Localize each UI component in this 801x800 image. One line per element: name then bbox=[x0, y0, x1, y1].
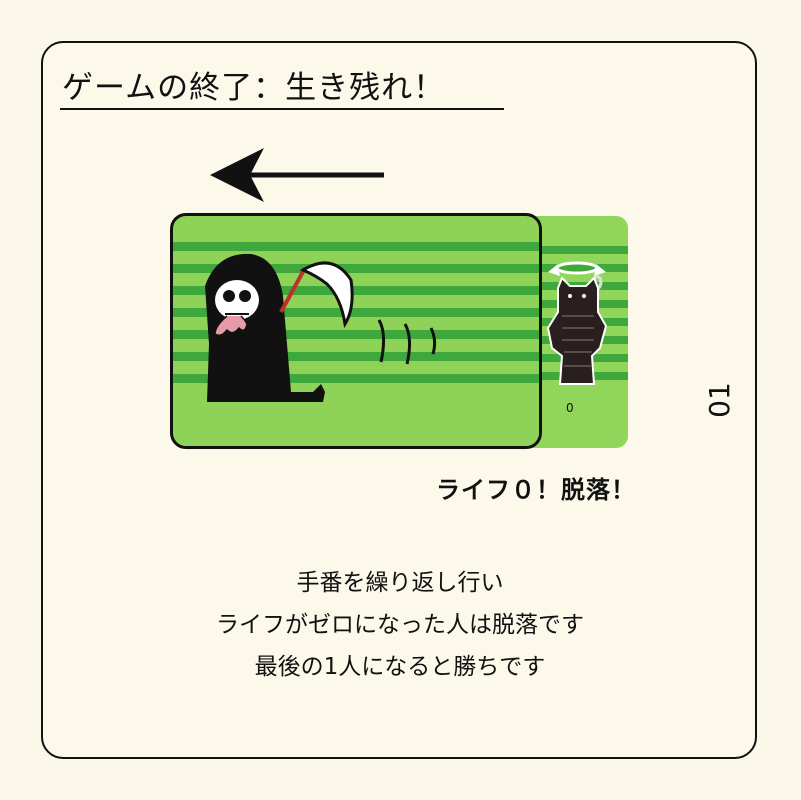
ghost-angel-icon bbox=[546, 261, 608, 385]
title-underline bbox=[60, 108, 504, 110]
page-number: 01 bbox=[703, 382, 736, 418]
rules-line: 手番を繰り返し行い bbox=[296, 570, 504, 596]
svg-text:0: 0 bbox=[566, 401, 574, 415]
page-title: ゲームの終了：生き残れ！ bbox=[62, 70, 446, 106]
rules-line: ライフがゼロになった人は脱落です bbox=[216, 612, 584, 638]
rules-line: 最後の1人になると勝ちです bbox=[254, 654, 546, 680]
arrow-left-icon bbox=[210, 148, 384, 202]
rules-text: 手番を繰り返し行い ライフがゼロになった人は脱落です 最後の1人になると勝ちです bbox=[120, 562, 680, 688]
front-card-art bbox=[173, 242, 539, 402]
front-card bbox=[170, 213, 542, 449]
eliminated-caption: ライフ０！脱落！ bbox=[436, 476, 636, 504]
